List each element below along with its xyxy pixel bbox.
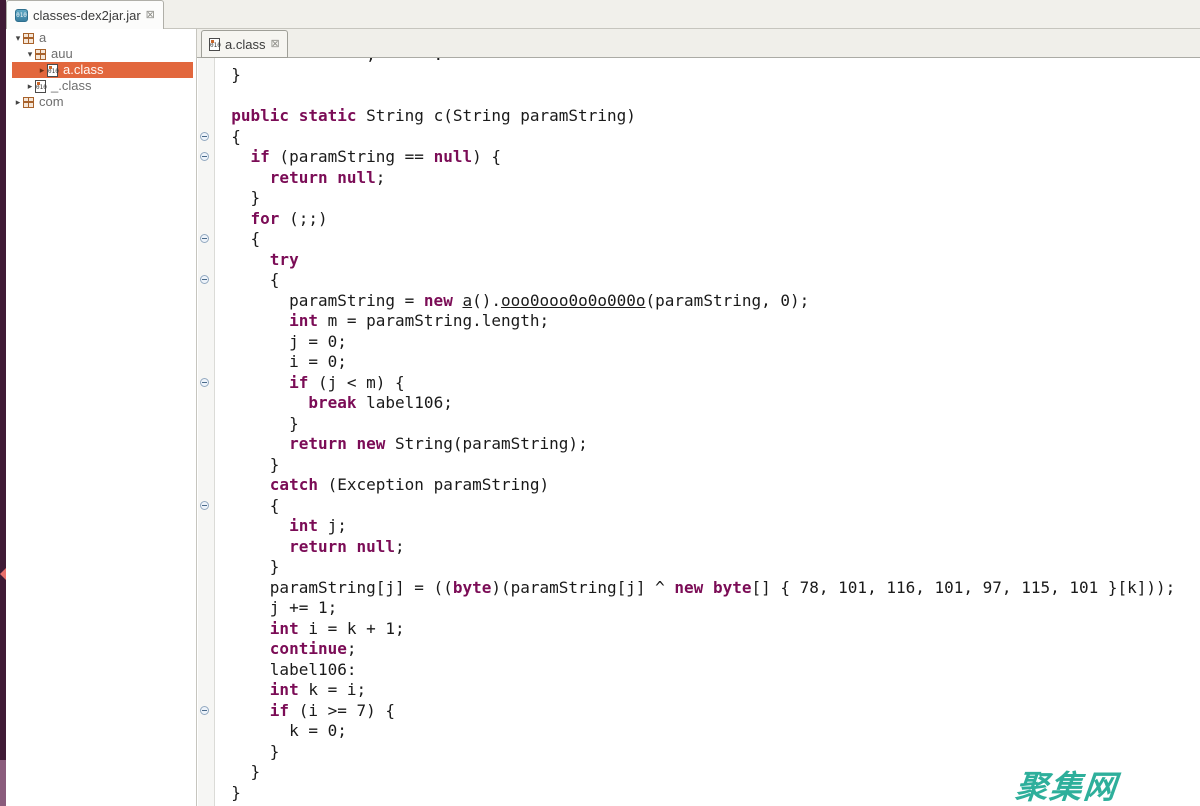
code-line: { <box>212 270 1175 291</box>
jar-tab-bar: 010 classes-dex2jar.jar ⊠ <box>6 0 1200 29</box>
code-line: paramString[j] = ((byte)(paramString[j] … <box>212 578 1175 599</box>
code-line: paramString = new a().ooo0ooo0o0o000o(pa… <box>212 291 1175 312</box>
close-icon[interactable]: ⊠ <box>146 10 155 21</box>
code-line: continue; <box>212 639 1175 660</box>
code-line: } <box>212 783 1175 804</box>
code-line: j += 1; <box>212 598 1175 619</box>
code-line: } <box>212 414 1175 435</box>
code-line: public static String c(String paramStrin… <box>212 106 1175 127</box>
tree-item-a-class[interactable]: ▸010 a.class <box>12 62 193 78</box>
tree-item-com[interactable]: ▸ com <box>6 94 196 110</box>
fold-rail <box>198 58 215 806</box>
fold-collapse-icon[interactable] <box>200 132 209 141</box>
code-line: if (j < m) { <box>212 373 1175 394</box>
jar-icon: 010 <box>15 9 28 22</box>
editor-panel: 010 a.class ⊠ , . } public static String… <box>196 29 1200 806</box>
code-line: return null; <box>212 168 1175 189</box>
tree-item-label: _.class <box>51 78 91 94</box>
class-file-icon: 010 <box>209 38 220 51</box>
code-line: i = 0; <box>212 352 1175 373</box>
code-area[interactable]: , . } public static String c(String para… <box>212 45 1175 804</box>
code-line: break label106; <box>212 393 1175 414</box>
code-line <box>212 86 1175 107</box>
editor-tab-label: a.class <box>225 37 265 52</box>
code-line: catch (Exception paramString) <box>212 475 1175 496</box>
editor-tab-bar: 010 a.class ⊠ <box>197 29 1200 58</box>
chevron-right-icon[interactable]: ▸ <box>37 62 47 78</box>
code-line: j = 0; <box>212 332 1175 353</box>
code-line: } <box>212 742 1175 763</box>
code-line: for (;;) <box>212 209 1175 230</box>
class-file-icon: 010 <box>35 80 46 93</box>
tab-classes-dex2jar-jar[interactable]: 010 classes-dex2jar.jar ⊠ <box>6 0 164 29</box>
tree-item--class[interactable]: ▸010 _.class <box>6 78 196 94</box>
code-link[interactable]: ooo0ooo0o0o000o <box>501 291 646 310</box>
fold-collapse-icon[interactable] <box>200 501 209 510</box>
code-link[interactable]: a <box>462 291 472 310</box>
code-line: if (i >= 7) { <box>212 701 1175 722</box>
code-line: } <box>212 557 1175 578</box>
package-icon <box>35 49 46 60</box>
package-tree: ▾a▾auu▸010a.class▸010_.class▸com <box>6 29 196 806</box>
fold-collapse-icon[interactable] <box>200 275 209 284</box>
package-icon <box>23 97 34 108</box>
code-line: return null; <box>212 537 1175 558</box>
code-line: label106: <box>212 660 1175 681</box>
code-line: if (paramString == null) { <box>212 147 1175 168</box>
tree-item-label: auu <box>51 46 73 62</box>
code-line: int k = i; <box>212 680 1175 701</box>
chevron-down-icon[interactable]: ▾ <box>25 46 35 62</box>
fold-collapse-icon[interactable] <box>200 152 209 161</box>
fold-collapse-icon[interactable] <box>200 706 209 715</box>
decompiler-window: 010 classes-dex2jar.jar ⊠ ▾a▾auu▸010a.cl… <box>0 0 1200 806</box>
code-line: int i = k + 1; <box>212 619 1175 640</box>
tree-item-auu[interactable]: ▾ auu <box>6 46 196 62</box>
close-icon[interactable]: ⊠ <box>270 39 279 50</box>
code-line: } <box>212 762 1175 783</box>
package-icon <box>23 33 34 44</box>
fold-collapse-icon[interactable] <box>200 234 209 243</box>
tree-item-a[interactable]: ▾a <box>6 30 196 46</box>
code-line: k = 0; <box>212 721 1175 742</box>
code-line: return new String(paramString); <box>212 434 1175 455</box>
jar-tab-label: classes-dex2jar.jar <box>33 8 141 23</box>
code-line: { <box>212 127 1175 148</box>
code-line: { <box>212 496 1175 517</box>
tree-item-label: a <box>39 30 46 46</box>
tree-item-label: a.class <box>63 62 103 78</box>
class-file-icon: 010 <box>47 64 58 77</box>
tree-item-label: com <box>39 94 64 110</box>
chevron-down-icon[interactable]: ▾ <box>13 30 23 46</box>
code-line: { <box>212 229 1175 250</box>
chevron-right-icon[interactable]: ▸ <box>25 78 35 94</box>
code-line: int m = paramString.length; <box>212 311 1175 332</box>
chevron-right-icon[interactable]: ▸ <box>13 94 23 110</box>
code-line: } <box>212 455 1175 476</box>
fold-collapse-icon[interactable] <box>200 378 209 387</box>
code-line: int j; <box>212 516 1175 537</box>
code-line: } <box>212 188 1175 209</box>
code-line: try <box>212 250 1175 271</box>
tab-a-class[interactable]: 010 a.class ⊠ <box>201 30 288 58</box>
code-line: } <box>212 65 1175 86</box>
